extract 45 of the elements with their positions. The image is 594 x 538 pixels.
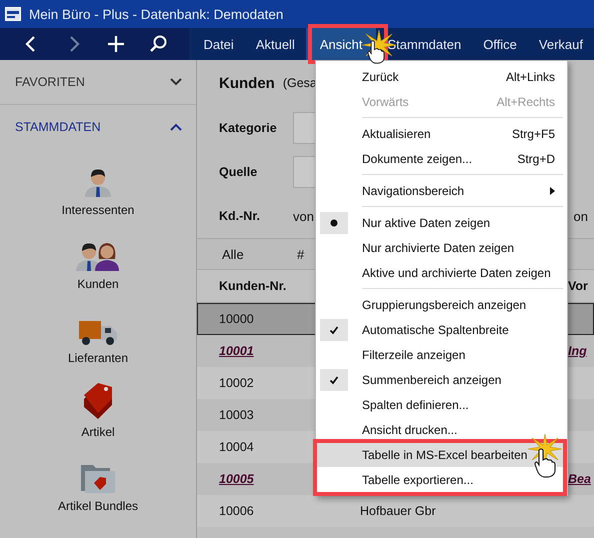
menu-item[interactable]: Nur archivierte Daten zeigen — [316, 235, 567, 260]
page-title: Kunden — [219, 74, 275, 92]
menu-item[interactable]: Summenbereich anzeigen — [316, 367, 567, 392]
menu-tab[interactable]: Datei — [192, 28, 245, 60]
menu-item[interactable]: Gruppierungsbereich anzeigen — [316, 292, 567, 317]
sidebar-item[interactable]: Lieferanten — [68, 351, 128, 365]
table-cell: 10000 — [219, 312, 254, 326]
filter-label: Kategorie — [219, 121, 278, 135]
filter-label: Quelle — [219, 165, 258, 179]
menu-tab[interactable]: Verkauf — [528, 28, 594, 60]
group-label[interactable]: Alle — [222, 246, 297, 262]
menu-item[interactable]: Aktualisieren Strg+F5 — [316, 121, 567, 146]
table-cell: 10004 — [219, 440, 254, 454]
menu-item[interactable]: Dokumente zeigen... Strg+D — [316, 146, 567, 171]
table-cell: 10002 — [219, 376, 254, 390]
menu-item[interactable]: Spalten definieren... — [316, 392, 567, 417]
table-cell: Hofbauer Gbr — [360, 504, 436, 518]
sidebar-section[interactable]: STAMMDATEN — [0, 105, 196, 149]
menu-tab[interactable]: Aktuell — [244, 28, 306, 60]
filter-label: Kd.-Nr. — [219, 209, 261, 223]
table-cell: 10003 — [219, 408, 254, 422]
table-row[interactable]: 10006 Hofbauer Gbr — [197, 495, 594, 527]
menu-item[interactable]: Filterzeile anzeigen — [316, 342, 567, 367]
customer-link[interactable]: 10005 — [219, 472, 254, 486]
menu-item[interactable]: Zurück Alt+Links — [316, 64, 567, 89]
menu-item[interactable]: Aktive und archivierte Daten zeigen — [316, 260, 567, 285]
range-to-label: on — [574, 208, 588, 224]
sidebar-item[interactable]: Interessenten — [62, 203, 134, 217]
column-header[interactable]: Vor — [568, 279, 588, 293]
menu-item[interactable]: Navigationsbereich — [316, 178, 567, 203]
sidebar-item[interactable]: Artikel — [81, 425, 115, 439]
window-title: Mein Büro - Plus - Datenbank: Demodaten — [29, 6, 284, 22]
menu-item[interactable]: Nur aktive Daten zeigen — [316, 210, 567, 235]
menu-item[interactable]: Automatische Spaltenbreite — [316, 317, 567, 342]
sidebar-item[interactable]: Artikel Bundles — [58, 499, 138, 513]
customer-link[interactable]: 10001 — [219, 344, 254, 358]
menu-tab[interactable]: Office — [472, 28, 528, 60]
table-cell: Ing — [568, 344, 587, 358]
range-from-label: von — [293, 208, 314, 224]
column-header[interactable]: Kunden-Nr. — [219, 279, 286, 293]
table-cell: Bea — [568, 472, 591, 486]
sidebar-item[interactable]: Kunden — [77, 277, 119, 291]
table-cell: 10006 — [219, 504, 254, 518]
count-header: # — [297, 246, 304, 262]
sidebar-section[interactable]: FAVORITEN — [0, 60, 196, 105]
